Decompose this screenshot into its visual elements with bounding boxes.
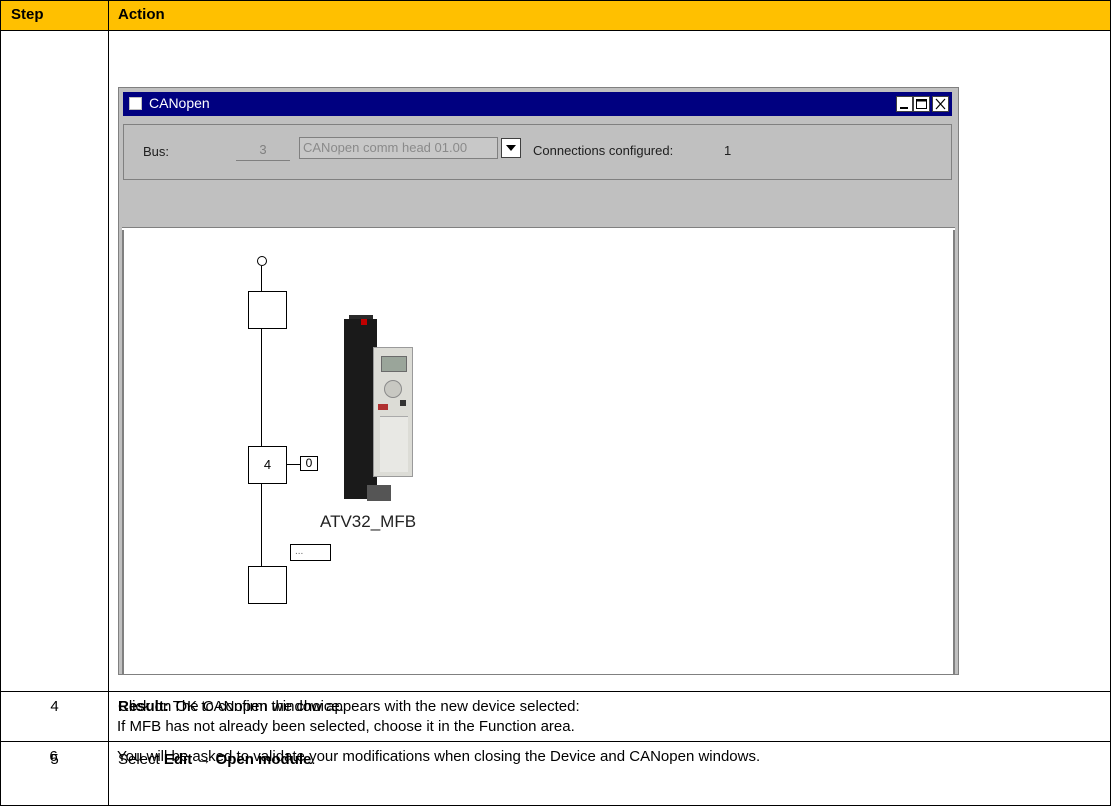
bus-start-circle xyxy=(257,256,267,266)
result-label: Result: xyxy=(118,698,169,715)
drive-display xyxy=(381,356,407,372)
bus-toolbar: Bus: 3 CANopen comm head 01.00 Connectio… xyxy=(123,124,952,180)
connections-label: Connections configured: xyxy=(533,143,674,158)
minimize-icon xyxy=(900,107,908,109)
add-device-box[interactable]: ... xyxy=(290,544,331,561)
window-icon xyxy=(129,97,142,110)
result-line: Result: The CANopen window appears with … xyxy=(118,698,580,715)
bus-node[interactable] xyxy=(248,566,287,604)
result-text: The CANopen window appears with the new … xyxy=(168,698,580,715)
bus-canvas[interactable] xyxy=(122,230,955,674)
node-number: 4 xyxy=(263,457,272,472)
row-divider xyxy=(1,691,1110,692)
close-icon xyxy=(935,98,946,110)
drive-base xyxy=(367,485,391,501)
bus-number-field[interactable]: 3 xyxy=(236,139,290,161)
bus-line xyxy=(261,329,262,447)
table-header: Step Action xyxy=(1,1,1110,31)
dropdown-button[interactable] xyxy=(501,138,521,158)
drive-indicator xyxy=(361,319,367,325)
window-title: CANopen xyxy=(149,95,210,111)
bus-label: Bus: xyxy=(143,144,170,159)
drive-knob xyxy=(384,380,402,398)
steps-table: Step Action 4 Click on OK to confirm the… xyxy=(0,0,1111,806)
header-step: Step xyxy=(11,6,44,23)
header-action: Action xyxy=(118,6,165,23)
device-name-label: ATV32_MFB xyxy=(320,512,417,531)
column-divider xyxy=(108,1,109,805)
drive-button xyxy=(378,404,388,410)
port-box[interactable]: 0 xyxy=(300,456,318,471)
maximize-icon xyxy=(916,99,927,109)
drive-cover xyxy=(380,416,408,472)
drive-front-panel xyxy=(373,347,413,477)
drive-button xyxy=(400,400,406,406)
bus-line xyxy=(261,266,262,292)
window-titlebar: CANopen xyxy=(123,92,952,116)
bus-line xyxy=(261,484,262,567)
action-text: You will be asked to validate your modif… xyxy=(117,748,761,765)
row-divider xyxy=(1,741,1110,742)
step-number: 4 xyxy=(50,698,59,715)
minimize-button[interactable] xyxy=(896,96,913,112)
bus-node[interactable] xyxy=(248,291,287,329)
maximize-button[interactable] xyxy=(913,96,930,112)
close-button[interactable] xyxy=(932,96,949,112)
connections-value: 1 xyxy=(724,143,732,158)
bus-node-4[interactable]: 4 xyxy=(248,446,287,484)
chevron-down-icon xyxy=(506,145,516,151)
port-connector xyxy=(286,464,301,465)
action-text-line2: If MFB has not already been selected, ch… xyxy=(117,718,575,735)
bus-module-select[interactable]: CANopen comm head 01.00 xyxy=(299,137,498,159)
step-number: 6 xyxy=(49,748,58,765)
